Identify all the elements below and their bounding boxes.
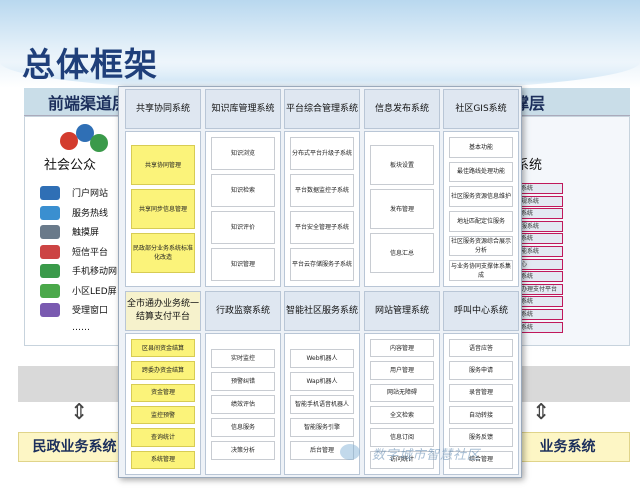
module-heading: 全市通办业务统一结算支付平台 [125, 291, 201, 331]
module-function: 智能服务引擎 [290, 417, 354, 437]
channel-icon [40, 244, 60, 259]
module-heading: 呼叫中心系统 [443, 291, 519, 331]
wechat-icon [340, 444, 360, 460]
module-function: 内容管理 [370, 339, 434, 358]
module-function: 信息服务 [211, 417, 275, 437]
business-system-box: 业务系统 [505, 432, 630, 462]
module-function: 查询统计 [131, 428, 195, 447]
module-function: 资金管理 [131, 383, 195, 402]
module-function: 平台安全管理子系统 [290, 211, 354, 244]
module-function: 知识管理 [211, 248, 275, 281]
support-item: 系统 [519, 183, 563, 194]
channel-label: …… [72, 322, 90, 333]
module-function: 社区服务资源信息维护 [449, 186, 513, 207]
channel-label: 触摸屏 [72, 228, 100, 238]
channel-label: 门户网站 [72, 189, 109, 199]
channel-icon [40, 205, 60, 220]
module-function: 发布管理 [370, 189, 434, 229]
module-function: 绩效评估 [211, 394, 275, 414]
module-function: 决策分析 [211, 440, 275, 460]
support-item: 服系统 [519, 220, 563, 232]
module-function: 信息汇总 [370, 233, 434, 273]
module-heading: 网站管理系统 [364, 291, 440, 331]
module-function: 知识浏览 [211, 137, 275, 170]
module-function: 监控预警 [131, 406, 195, 425]
front-channel-layer-label: 前端渠道层 [48, 94, 129, 113]
support-item: 系统 [519, 296, 563, 308]
systems-overlay: 共享协同系统 共享协同管理 共享同步信息管理 民政部分业务系统标准化改造 知识库管理系统… [118, 86, 522, 478]
civil-affairs-system-box: 民政业务系统 [18, 432, 131, 462]
module-function: 全文检索 [370, 406, 434, 425]
module-function: 地址匹配定位服务 [449, 211, 513, 232]
module-function: 平台数据监控子系统 [290, 174, 354, 207]
module-function: 板块设置 [370, 145, 434, 185]
module-function: 系统管理 [131, 450, 195, 469]
channel-label: 短信平台 [72, 247, 109, 258]
channel-label: 服务热线 [72, 208, 109, 219]
module-function: 实时监控 [211, 348, 275, 368]
channel-icon [40, 225, 60, 239]
support-item: 系统 [519, 321, 563, 333]
public-heading: 社会公众 [44, 158, 97, 173]
module-heading: 信息发布系统 [364, 89, 440, 129]
channel-icon [40, 303, 60, 317]
support-item: 系统 [519, 309, 563, 320]
module-function: 共享同步信息管理 [131, 189, 195, 229]
module-function: 服务申请 [449, 361, 513, 380]
support-item: 系统 [519, 271, 563, 283]
module-function: Web机器人 [290, 348, 354, 368]
module-function: 跨委办资金结算 [131, 361, 195, 380]
watermark: 数字城市智慧社区 [372, 448, 481, 463]
module-function: 最佳路线处理功能 [449, 161, 513, 183]
module-function: 网站无障碍 [370, 383, 434, 402]
module-heading: 社区GIS系统 [443, 89, 519, 129]
slide-title: 总体框架 [22, 45, 158, 84]
support-item: 能系统 [519, 246, 563, 257]
module-function: 共享协同管理 [131, 145, 195, 185]
module-heading: 共享协同系统 [125, 89, 201, 129]
module-heading: 智能社区服务系统 [284, 291, 360, 331]
module-heading: 知识库管理系统 [205, 89, 281, 129]
channel-label: 受理窗口 [72, 306, 109, 316]
support-item: 系统 [519, 208, 563, 220]
channel-icon [40, 264, 60, 278]
channel-icon [40, 186, 60, 200]
people-icon [56, 122, 116, 158]
module-function: 民政部分业务系统标准化改造 [131, 233, 195, 273]
channel-label: 手机移动网 [72, 267, 118, 277]
support-item: 心 [519, 258, 563, 270]
module-function: 分布式平台升级子系统 [290, 137, 354, 170]
double-arrow-icon: ⇕ [532, 400, 551, 425]
module-function: 语音应答 [449, 339, 513, 358]
module-function: Wap机器人 [290, 371, 354, 391]
module-function: 与业务协同支撑体系集成 [449, 260, 513, 281]
support-item: 规系统 [519, 195, 563, 207]
channel-label: 小区LED屏 [72, 286, 117, 297]
module-function: 区县间资金结算 [131, 339, 195, 358]
support-item: 系统 [519, 233, 563, 245]
module-heading: 平台综合管理系统 [284, 89, 360, 129]
module-function: 社区服务资源综合展示分析 [449, 235, 513, 257]
double-arrow-icon: ⇕ [70, 400, 89, 425]
module-function: 预警纠错 [211, 371, 275, 391]
module-heading: 行政监察系统 [205, 291, 281, 331]
module-function: 知识检索 [211, 174, 275, 207]
module-function: 自动转接 [449, 406, 513, 425]
module-function: 智能手机语音机器人 [290, 394, 354, 414]
module-function: 平台云存储服务子系统 [290, 248, 354, 281]
support-item: 办理支付平台 [519, 283, 563, 295]
module-function: 知识评价 [211, 211, 275, 244]
module-function: 用户管理 [370, 361, 434, 380]
channel-icon [40, 283, 60, 298]
module-function: 基本功能 [449, 137, 513, 158]
module-function: 录音管理 [449, 383, 513, 402]
